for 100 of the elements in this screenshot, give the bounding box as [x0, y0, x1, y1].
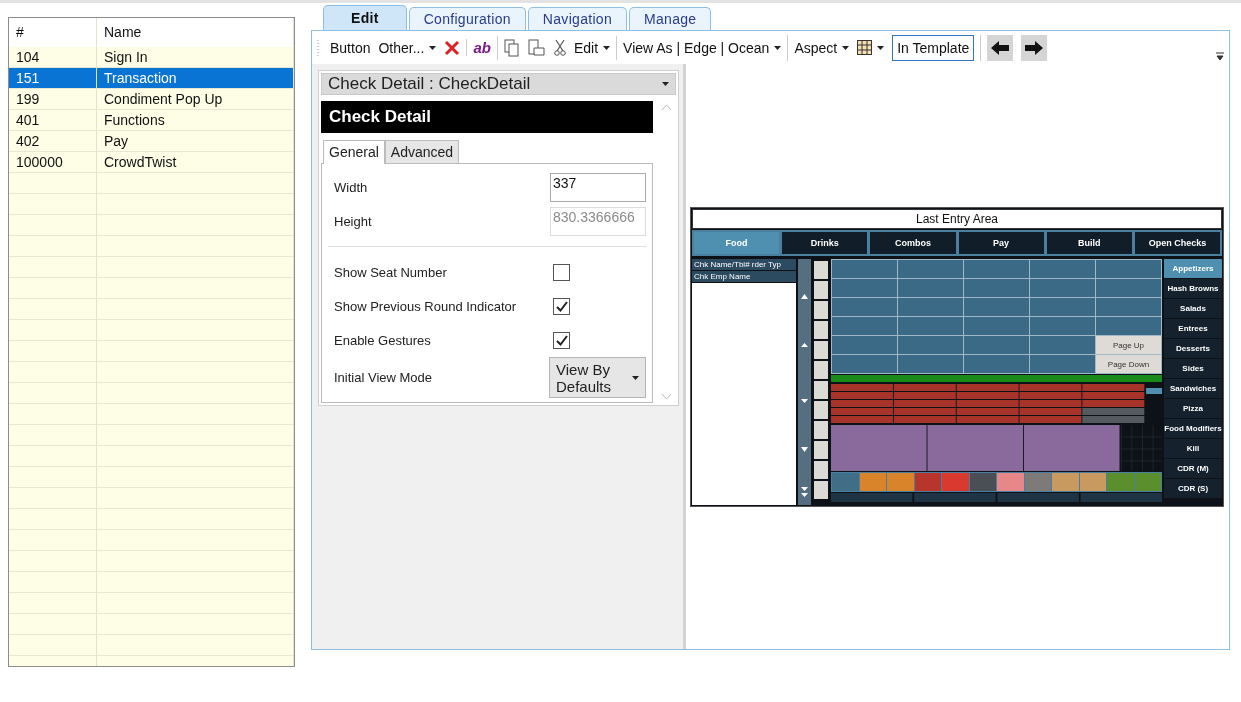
table-cell[interactable]: Transaction [97, 68, 294, 89]
paste-icon[interactable] [527, 39, 546, 56]
menu-item-button[interactable] [832, 317, 897, 335]
menu-item-button[interactable] [898, 355, 963, 373]
tab[interactable]: Navigation [527, 7, 627, 30]
tab[interactable]: Advanced [384, 140, 460, 164]
menu-item-button[interactable] [832, 260, 897, 278]
menu-item-button[interactable] [1096, 279, 1161, 297]
table-cell[interactable]: Functions [97, 110, 294, 131]
category-button[interactable]: Food Modifiers [1164, 419, 1222, 438]
column-header[interactable]: # [9, 18, 97, 47]
category-button[interactable]: CDR (S) [1164, 479, 1222, 498]
table-cell[interactable]: 151 [9, 68, 97, 89]
function-button[interactable] [832, 473, 859, 491]
menu-item-button[interactable] [898, 298, 963, 316]
back-button[interactable] [987, 34, 1014, 61]
category-button[interactable]: Pizza [1164, 399, 1222, 418]
copy-icon[interactable] [503, 38, 520, 57]
preview-tab[interactable]: Open Checks [1134, 232, 1221, 254]
checkbox[interactable] [553, 331, 570, 349]
menu-item-button[interactable] [1096, 260, 1161, 278]
scissors-icon[interactable] [553, 39, 566, 56]
preview-tab[interactable]: Pay [958, 232, 1044, 254]
preview-tab[interactable]: Build [1046, 232, 1132, 254]
toolbar-dropdown[interactable]: View As | Edge | Ocean [623, 35, 782, 60]
menu-item-button[interactable] [1096, 298, 1161, 316]
table-cell[interactable]: CrowdTwist [97, 152, 294, 173]
menu-item-button[interactable] [964, 298, 1029, 316]
menu-item-button[interactable] [1030, 336, 1095, 354]
forward-button[interactable] [1021, 34, 1048, 61]
overflow-icon[interactable] [1215, 51, 1225, 61]
category-button[interactable]: Salads [1164, 299, 1222, 318]
function-button[interactable] [1107, 473, 1134, 491]
toolbar-dropdown[interactable]: Other... [378, 35, 437, 60]
table-cell[interactable]: Condiment Pop Up [97, 89, 294, 110]
category-button[interactable]: Kill [1164, 439, 1222, 458]
function-button[interactable] [942, 473, 969, 491]
menu-item-button[interactable] [964, 260, 1029, 278]
toolbar-dropdown[interactable]: Aspect [794, 35, 850, 60]
column-header[interactable]: Name [97, 18, 294, 47]
tab[interactable]: Manage [629, 7, 712, 30]
function-button[interactable] [914, 473, 941, 491]
preview-tab[interactable]: Drinks [782, 232, 868, 254]
menu-item-button[interactable] [964, 355, 1029, 373]
menu-item-button[interactable] [1030, 317, 1095, 335]
menu-item-button[interactable] [1030, 260, 1095, 278]
page-button[interactable]: Page Down [1096, 355, 1161, 373]
toolbar-button[interactable]: Button [330, 35, 371, 60]
menu-item-button[interactable] [832, 336, 897, 354]
function-button[interactable] [1052, 473, 1079, 491]
preview-tab[interactable]: Food [694, 232, 780, 254]
function-button[interactable] [859, 473, 886, 491]
element-selector[interactable]: Check Detail : CheckDetail [321, 73, 676, 95]
category-button[interactable]: Appetizers [1164, 259, 1222, 278]
menu-item-button[interactable] [898, 260, 963, 278]
function-button[interactable] [997, 473, 1024, 491]
tab[interactable]: Configuration [408, 7, 526, 30]
checkbox[interactable] [553, 263, 570, 281]
page-button[interactable]: Page Up [1096, 336, 1161, 354]
toolbar-dropdown[interactable]: Edit [573, 35, 611, 60]
input-field[interactable]: 337 [550, 172, 646, 202]
function-button[interactable] [1079, 473, 1106, 491]
menu-item-button[interactable] [832, 355, 897, 373]
category-button[interactable]: Entrees [1164, 319, 1222, 338]
menu-item-button[interactable] [832, 279, 897, 297]
menu-item-button[interactable] [898, 317, 963, 335]
menu-item-button[interactable] [832, 298, 897, 316]
category-button[interactable]: Desserts [1164, 339, 1222, 358]
preview-tab[interactable]: Combos [870, 232, 956, 254]
function-button[interactable] [969, 473, 996, 491]
menu-item-button[interactable] [1030, 279, 1095, 297]
function-button[interactable] [1134, 473, 1161, 491]
tab[interactable]: Edit [323, 5, 407, 30]
table-cell[interactable]: 199 [9, 89, 97, 110]
view-mode-dropdown[interactable]: View By Defaults [549, 357, 646, 398]
menu-item-button[interactable] [898, 336, 963, 354]
checkbox[interactable] [553, 297, 570, 315]
table-cell[interactable]: Pay [97, 131, 294, 152]
table-cell[interactable]: 401 [9, 110, 97, 131]
function-button[interactable] [887, 473, 914, 491]
delete-icon[interactable] [444, 39, 461, 56]
menu-item-button[interactable] [964, 279, 1029, 297]
menu-item-button[interactable] [898, 279, 963, 297]
tab[interactable]: General [323, 140, 385, 164]
toolbar-toggle[interactable]: In Template [892, 34, 975, 61]
category-button[interactable]: CDR (M) [1164, 459, 1222, 478]
menu-item-button[interactable] [1030, 298, 1095, 316]
menu-item-button[interactable] [964, 336, 1029, 354]
function-button[interactable] [1024, 473, 1051, 491]
table-cell[interactable]: 402 [9, 131, 97, 152]
category-button[interactable]: Hash Browns [1164, 279, 1222, 298]
category-button[interactable]: Sandwiches [1164, 379, 1222, 398]
scroll-down-icon[interactable] [662, 394, 671, 399]
scroll-up-icon[interactable] [662, 105, 671, 110]
menu-item-button[interactable] [1096, 317, 1161, 335]
menu-item-button[interactable] [964, 317, 1029, 335]
text-style-button[interactable]: ab [473, 39, 491, 56]
table-cell[interactable]: 100000 [9, 152, 97, 173]
menu-item-button[interactable] [1030, 355, 1095, 373]
category-button[interactable]: Sides [1164, 359, 1222, 378]
